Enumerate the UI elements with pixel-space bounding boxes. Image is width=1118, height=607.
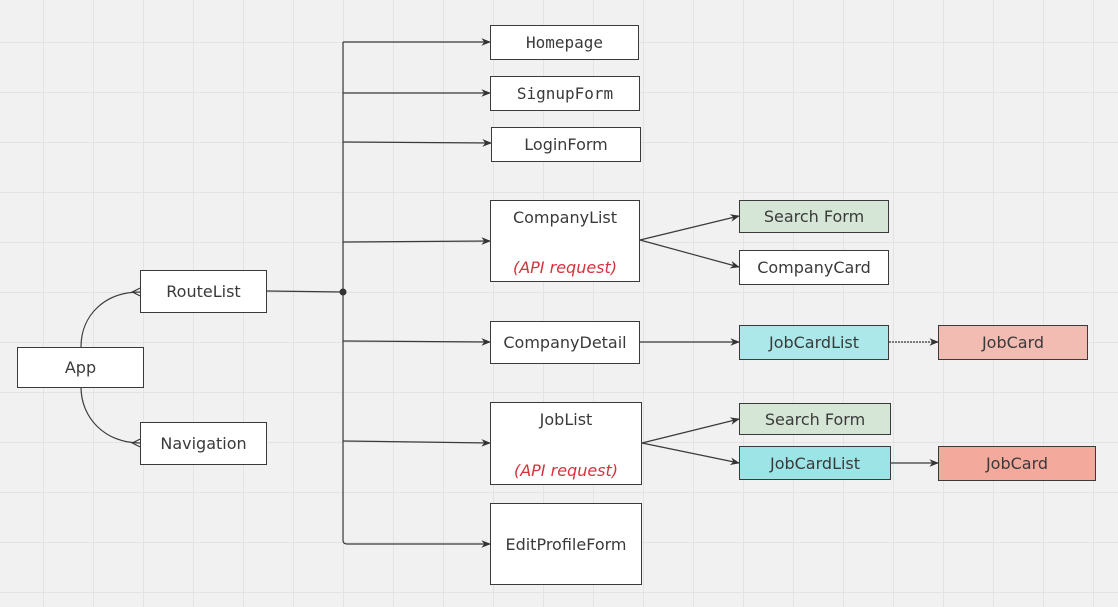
node-search-form-company[interactable]: Search Form [739,200,889,233]
node-navigation[interactable]: Navigation [140,422,267,465]
node-label: JobCard [985,454,1049,473]
edge-routelist-trunk [266,290,344,293]
edge-companylist-companycard [639,239,740,269]
node-companydetail[interactable]: CompanyDetail [490,321,640,364]
node-jobcardlist-detail[interactable]: JobCardList [739,325,889,360]
node-label: CompanyDetail [503,333,627,352]
node-jobcard-detail[interactable]: JobCard [938,325,1088,360]
node-label: Search Form [764,409,866,429]
node-label: RouteList [166,282,241,301]
node-jobcardlist-job[interactable]: JobCardList [739,446,891,480]
junction-dot [339,288,347,296]
node-label: App [64,358,97,377]
node-label: LoginForm [524,135,608,154]
node-label: Search Form [763,207,865,226]
node-label: JobCardList [769,453,861,473]
edge-joblist-jobcardlist [641,442,740,466]
node-editprofileform[interactable]: EditProfileForm [490,503,642,585]
edge-loginform [342,139,492,147]
edge-app-routelist [80,292,140,348]
node-label: SignupForm [516,84,614,103]
node-label: Navigation [160,434,247,453]
node-loginform[interactable]: LoginForm [491,127,641,162]
api-request-note: (API request) [512,258,618,277]
node-label: JobCard [981,333,1045,352]
edge-joblist [342,439,491,447]
edge-companydetail [342,338,491,346]
node-app[interactable]: App [17,347,144,388]
node-search-form-job[interactable]: Search Form [739,403,891,435]
api-request-note: (API request) [513,461,619,480]
node-companylist[interactable]: CompanyList (API request) [490,200,640,282]
node-companycard[interactable]: CompanyCard [739,250,889,285]
node-jobcard-job[interactable]: JobCard [938,446,1096,481]
node-signupform[interactable]: SignupForm [490,76,640,111]
edge-joblist-searchform [641,417,740,444]
node-label: Homepage [525,33,604,52]
node-label: JobCardList [768,333,860,352]
edge-companylist [342,237,491,245]
node-joblist[interactable]: JobList (API request) [490,402,642,485]
node-label: JobList [539,410,593,429]
node-label: CompanyList [512,208,618,227]
node-label: CompanyCard [757,258,871,277]
edge-app-navigation [80,386,140,443]
edge-companylist-searchform [639,214,740,241]
node-label: EditProfileForm [505,534,627,554]
node-homepage[interactable]: Homepage [490,25,639,60]
node-routelist[interactable]: RouteList [140,270,267,313]
